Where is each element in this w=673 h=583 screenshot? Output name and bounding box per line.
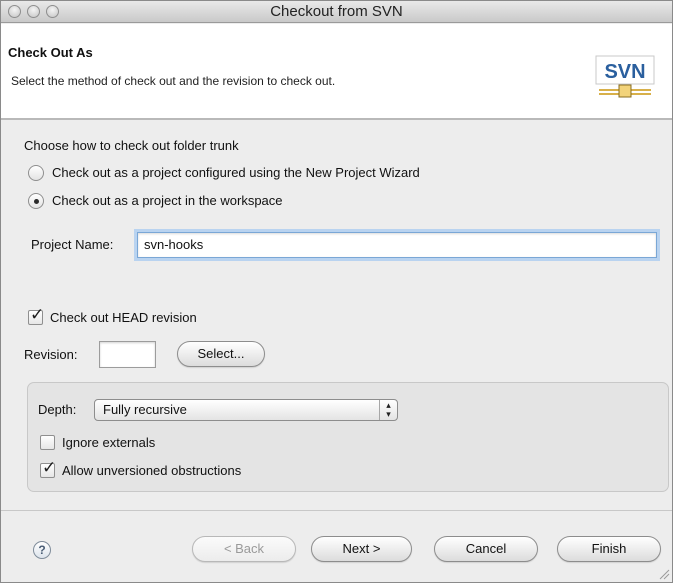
footer-divider [1,510,672,511]
revision-input[interactable] [99,341,156,368]
project-name-input[interactable]: svn-hooks [137,232,657,258]
help-icon[interactable]: ? [33,541,51,559]
page-title: Check Out As [8,45,93,60]
select-revision-button[interactable]: Select... [177,341,265,367]
radio-new-project-wizard-label[interactable]: Check out as a project configured using … [52,165,420,180]
head-revision-checkbox[interactable]: ✓ [28,305,44,325]
title-bar[interactable]: Checkout from SVN [1,1,672,23]
checkout-method-heading: Choose how to check out folder trunk [24,138,239,153]
radio-workspace-project[interactable] [28,193,44,209]
svn-logo-icon: SVN [595,55,655,98]
head-revision-label[interactable]: Check out HEAD revision [50,310,197,325]
revision-label: Revision: [24,347,78,362]
next-button[interactable]: Next > [311,536,412,562]
ignore-externals-label[interactable]: Ignore externals [62,435,155,450]
radio-workspace-project-label[interactable]: Check out as a project in the workspace [52,193,283,208]
finish-button[interactable]: Finish [557,536,661,562]
depth-select[interactable]: Fully recursive ▴ ▾ [94,399,398,421]
checkout-dialog: Checkout from SVN Check Out As Select th… [0,0,673,583]
cancel-button[interactable]: Cancel [434,536,538,562]
window-title: Checkout from SVN [270,3,403,20]
radio-new-project-wizard[interactable] [28,165,44,181]
back-button[interactable]: < Back [192,536,296,562]
resize-grip-icon[interactable] [658,568,670,580]
svn-logo-text: SVN [604,61,645,83]
allow-unversioned-checkbox[interactable]: ✓ [40,458,56,478]
allow-unversioned-label[interactable]: Allow unversioned obstructions [62,463,241,478]
project-name-label: Project Name: [31,237,114,252]
select-arrows-icon: ▴ ▾ [379,400,397,420]
ignore-externals-checkbox[interactable] [40,435,55,450]
wizard-banner: Check Out As Select the method of check … [1,24,672,119]
depth-label: Depth: [38,402,77,417]
checkout-options-group: Depth: Fully recursive ▴ ▾ Ignore externa… [27,382,669,492]
depth-select-value: Fully recursive [103,402,187,417]
page-description: Select the method of check out and the r… [11,74,336,88]
banner-divider [1,118,672,120]
